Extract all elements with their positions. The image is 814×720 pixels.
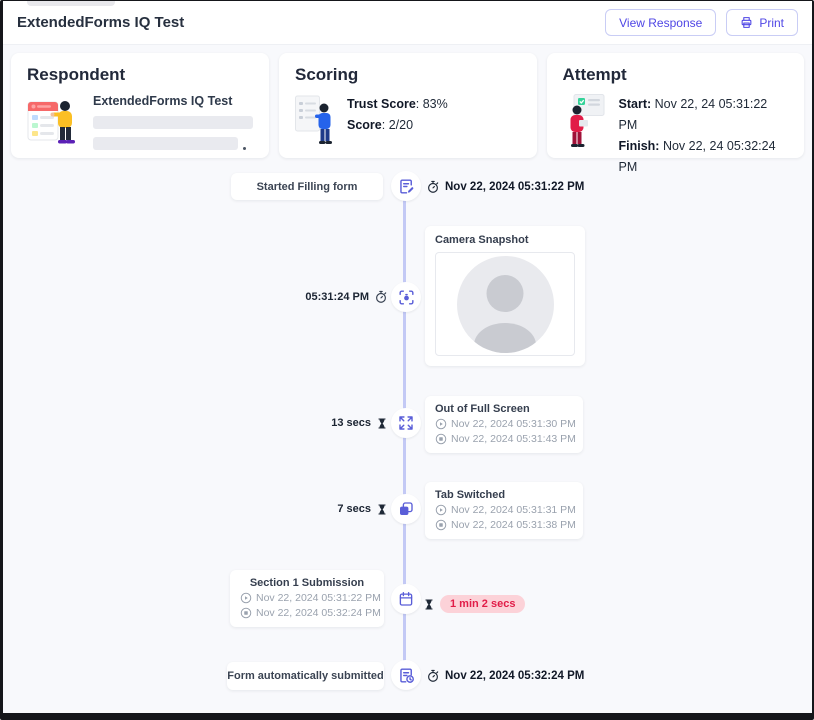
respondent-card: Respondent ExtendedForms IQ Test — [11, 53, 269, 158]
form-submitted-node — [391, 660, 421, 690]
started-filling-form-label: Started Filling form — [256, 180, 358, 193]
section-submission-title: Section 1 Submission — [249, 577, 365, 589]
app-window: ExtendedForms IQ Test View Response Prin… — [0, 0, 814, 720]
stopwatch-icon — [426, 669, 440, 683]
form-submitted-label: Form automatically submitted — [227, 670, 384, 682]
play-circle-icon — [435, 504, 447, 516]
avatar-placeholder-icon — [456, 255, 554, 353]
stopwatch-icon — [374, 290, 388, 304]
tab-switch-event-card: Tab Switched Nov 22, 2024 05:31:31 PM No… — [425, 482, 583, 539]
stop-circle-icon — [435, 519, 447, 531]
fullscreen-end-time: Nov 22, 2024 05:31:43 PM — [451, 433, 576, 445]
play-circle-icon — [240, 592, 252, 604]
scoring-illustration-icon — [295, 94, 333, 148]
page-header: ExtendedForms IQ Test View Response Prin… — [3, 1, 812, 45]
fullscreen-event-card: Out of Full Screen Nov 22, 2024 05:31:30… — [425, 396, 583, 453]
stop-circle-icon — [435, 433, 447, 445]
fullscreen-event-title: Out of Full Screen — [435, 403, 530, 415]
exit-fullscreen-icon — [397, 414, 415, 432]
form-clock-icon — [397, 666, 416, 685]
started-filling-form-card: Started Filling form — [231, 173, 383, 200]
print-label: Print — [759, 15, 784, 30]
activity-timeline: Started Filling form Nov 22, 2024 05:31:… — [3, 158, 812, 704]
hourglass-icon — [423, 598, 435, 611]
section-end-time: Nov 22, 2024 05:32:24 PM — [256, 607, 381, 619]
form-edit-node — [391, 171, 421, 201]
fullscreen-duration: 13 secs — [283, 410, 388, 436]
scoring-card: Scoring Trust Score: 83% Score: 2/20 — [279, 53, 537, 158]
attempt-illustration-icon — [563, 94, 605, 148]
tab-switch-event-title: Tab Switched — [435, 489, 506, 501]
respondent-form-name: ExtendedForms IQ Test — [93, 94, 233, 108]
calendar-icon — [397, 590, 415, 608]
section-duration: 1 min 2 secs — [423, 591, 526, 617]
submitted-timestamp: Nov 22, 2024 05:32:24 PM — [426, 662, 584, 690]
browser-tabs-icon — [397, 500, 415, 518]
camera-time: 05:31:24 PM — [273, 283, 388, 311]
trust-score-value: : 83% — [415, 97, 448, 111]
fullscreen-node — [391, 408, 421, 438]
stopwatch-icon — [426, 180, 440, 194]
view-response-label: View Response — [619, 15, 703, 30]
hourglass-icon — [376, 417, 388, 430]
tab-switch-end-time: Nov 22, 2024 05:31:38 PM — [451, 519, 576, 531]
redacted-name-bar — [93, 116, 253, 129]
section-start-time: Nov 22, 2024 05:31:22 PM — [256, 592, 381, 604]
browser-tab-remnant — [27, 1, 115, 6]
tab-switch-duration: 7 secs — [283, 496, 388, 522]
scoring-card-title: Scoring — [295, 65, 359, 84]
respondent-illustration-icon — [27, 94, 79, 150]
header-actions: View Response Print — [605, 9, 798, 36]
camera-snapshot-title: Camera Snapshot — [435, 234, 529, 246]
attempt-start-label: Start: — [618, 97, 652, 111]
attempt-card-title: Attempt — [562, 65, 627, 84]
view-response-button[interactable]: View Response — [605, 9, 717, 36]
duration-badge: 1 min 2 secs — [440, 595, 526, 613]
form-submitted-card: Form automatically submitted — [227, 662, 384, 690]
stop-circle-icon — [240, 607, 252, 619]
play-circle-icon — [435, 418, 447, 430]
attempt-finish-label: Finish: — [618, 139, 660, 153]
page-title: ExtendedForms IQ Test — [17, 14, 185, 31]
form-edit-icon — [397, 177, 416, 196]
respondent-card-title: Respondent — [27, 65, 126, 84]
tab-switch-start-time: Nov 22, 2024 05:31:31 PM — [451, 504, 576, 516]
camera-node — [391, 282, 421, 312]
tab-switch-node — [391, 494, 421, 524]
camera-capture-icon — [397, 288, 416, 307]
started-timestamp: Nov 22, 2024 05:31:22 PM — [426, 173, 584, 200]
score-value: : 2/20 — [381, 118, 414, 132]
camera-snapshot-image — [435, 252, 575, 356]
trust-score-label: Trust Score — [347, 97, 416, 111]
summary-cards: Respondent ExtendedForms IQ Test Scoring… — [11, 53, 804, 174]
section-node — [391, 584, 421, 614]
attempt-card: Attempt Start: Nov 22, 24 05:31:22 PM Fi… — [546, 53, 804, 174]
camera-snapshot-card: Camera Snapshot — [425, 226, 585, 366]
printer-icon — [740, 16, 753, 29]
print-button[interactable]: Print — [726, 9, 798, 36]
hourglass-icon — [376, 503, 388, 516]
section-submission-card: Section 1 Submission Nov 22, 2024 05:31:… — [230, 570, 384, 627]
redacted-email-bar — [93, 137, 246, 150]
fullscreen-start-time: Nov 22, 2024 05:31:30 PM — [451, 418, 576, 430]
score-label: Score — [347, 118, 382, 132]
